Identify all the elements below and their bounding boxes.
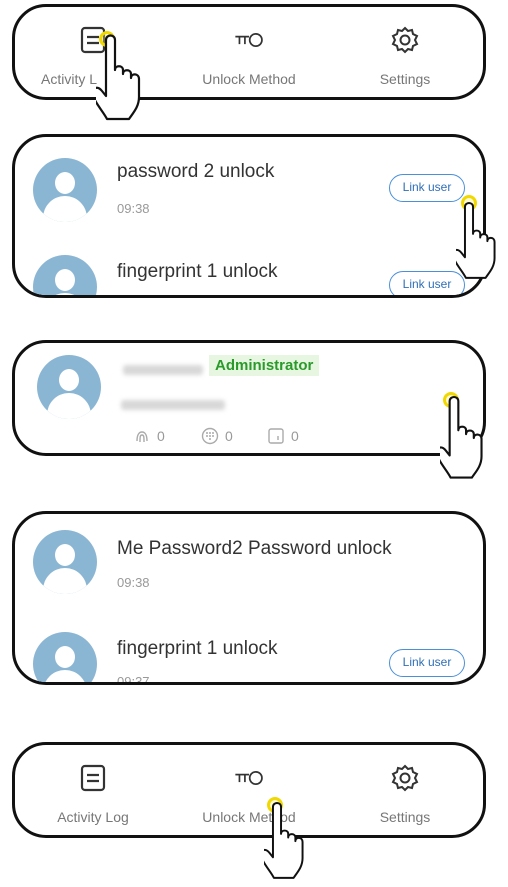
avatar (33, 158, 97, 222)
nav-panel-bottom: Activity Log Unlock Method Settings (12, 742, 486, 838)
keypad-icon (201, 427, 219, 445)
bottom-nav: Activity L Unlock Method Settings (15, 7, 483, 97)
log-row-title: fingerprint 1 unlock (117, 261, 278, 282)
log-row-time: 09:37 (117, 674, 150, 685)
activity-log-panel-2: Me Password2 Password unlock 09:38 finge… (12, 511, 486, 685)
key-icon (234, 25, 264, 55)
fingerprint-icon (136, 431, 148, 443)
card-count-value: 0 (291, 428, 299, 444)
pointing-hand-icon (264, 802, 304, 879)
blurred-username (123, 365, 203, 375)
log-row-title: fingerprint 1 unlock (117, 638, 278, 659)
link-user-button[interactable]: Link user (389, 271, 465, 295)
nav-panel-top: Activity L Unlock Method Settings (12, 4, 486, 100)
card-count: 0 (267, 427, 299, 445)
tab-settings[interactable]: Settings (327, 7, 483, 97)
fingerprint-count: 0 (133, 427, 165, 445)
gear-icon (390, 763, 420, 793)
pointing-hand-icon (456, 202, 496, 279)
tab-settings-label: Settings (379, 809, 431, 825)
pointing-hand-icon (440, 395, 483, 479)
log-row-title: Me Password2 Password unlock (117, 538, 392, 559)
log-row-time: 09:38 (117, 201, 150, 216)
tab-settings-label: Settings (379, 71, 431, 87)
bottom-nav: Activity Log Unlock Method Settings (15, 745, 483, 835)
password-count-value: 0 (225, 428, 233, 444)
tab-activity-log[interactable]: Activity Log (15, 745, 171, 835)
log-row-title: password 2 unlock (117, 161, 275, 182)
link-user-button[interactable]: Link user (389, 649, 465, 677)
user-card-panel[interactable]: Administrator 0 0 0 (12, 340, 486, 456)
password-count: 0 (201, 427, 233, 445)
status-badge: Administrator (209, 355, 320, 376)
activity-log-panel-1: password 2 unlock 09:38 Link user finger… (12, 134, 486, 298)
list-icon (78, 763, 108, 793)
log-row-time: 09:38 (117, 575, 150, 590)
fingerprint-count-value: 0 (157, 428, 165, 444)
avatar (33, 632, 97, 682)
gear-icon (390, 25, 420, 55)
avatar (33, 530, 97, 594)
card-icon (268, 428, 284, 444)
tab-unlock-method[interactable]: Unlock Method (171, 7, 327, 97)
tab-activity-log-label: Activity Log (57, 809, 129, 825)
tab-unlock-method-label: Unlock Method (202, 71, 296, 87)
key-icon (234, 763, 264, 793)
link-user-button[interactable]: Link user (389, 174, 465, 202)
avatar (37, 355, 101, 419)
avatar (33, 255, 97, 295)
tab-settings[interactable]: Settings (327, 745, 483, 835)
blurred-account (121, 400, 225, 410)
pointing-hand-icon (96, 34, 141, 121)
